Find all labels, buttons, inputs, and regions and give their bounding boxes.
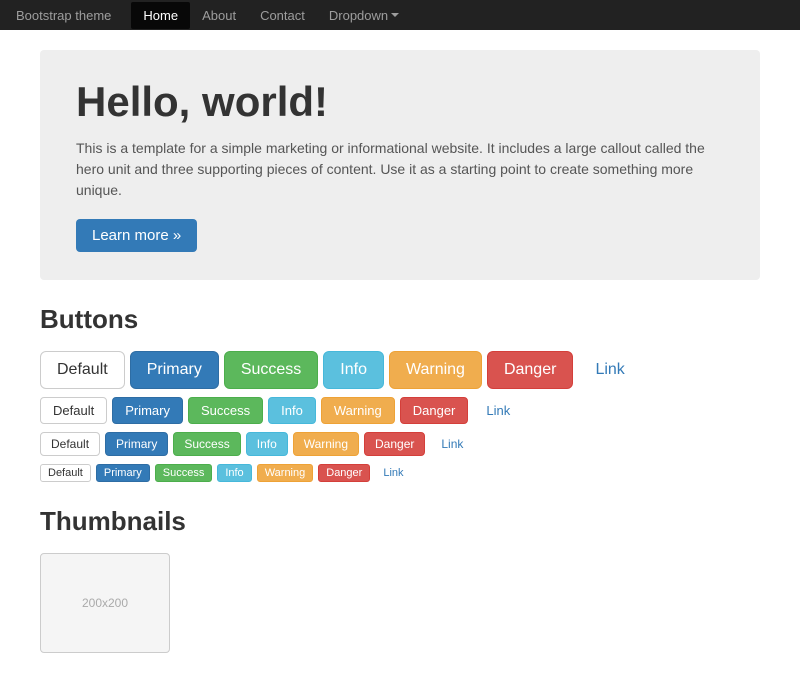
jumbotron: Hello, world! This is a template for a s…	[40, 50, 760, 280]
btn-success-md[interactable]: Success	[188, 397, 263, 424]
btn-danger-lg[interactable]: Danger	[487, 351, 573, 389]
button-row-sm: Default Primary Success Info Warning Dan…	[40, 432, 760, 456]
btn-warning-lg[interactable]: Warning	[389, 351, 482, 389]
btn-default-md[interactable]: Default	[40, 397, 107, 424]
btn-info-md[interactable]: Info	[268, 397, 316, 424]
btn-danger-xs[interactable]: Danger	[318, 464, 370, 482]
btn-default-xs[interactable]: Default	[40, 464, 91, 482]
btn-link-lg[interactable]: Link	[578, 351, 641, 389]
btn-link-md[interactable]: Link	[473, 397, 523, 424]
button-row-lg: Default Primary Success Info Warning Dan…	[40, 351, 760, 389]
btn-default-sm[interactable]: Default	[40, 432, 100, 456]
btn-primary-lg[interactable]: Primary	[130, 351, 219, 389]
nav-item-dropdown[interactable]: Dropdown	[317, 2, 411, 29]
hero-description: This is a template for a simple marketin…	[76, 138, 724, 201]
dropdown-caret-icon	[391, 13, 399, 17]
learn-more-button[interactable]: Learn more »	[76, 219, 197, 252]
btn-info-xs[interactable]: Info	[217, 464, 251, 482]
nav-link-contact[interactable]: Contact	[248, 2, 317, 29]
nav-link-home[interactable]: Home	[131, 2, 190, 29]
navbar-brand[interactable]: Bootstrap theme	[16, 8, 111, 23]
thumbnail-item[interactable]: 200x200	[40, 553, 170, 653]
btn-primary-md[interactable]: Primary	[112, 397, 183, 424]
thumbnail-label: 200x200	[82, 596, 128, 610]
buttons-section: Buttons Default Primary Success Info War…	[40, 304, 760, 482]
thumbnails-section-title: Thumbnails	[40, 506, 760, 537]
btn-info-lg[interactable]: Info	[323, 351, 384, 389]
btn-info-sm[interactable]: Info	[246, 432, 288, 456]
nav-link-about[interactable]: About	[190, 2, 248, 29]
btn-link-sm[interactable]: Link	[430, 432, 474, 456]
nav-item-home[interactable]: Home	[131, 2, 190, 29]
btn-warning-xs[interactable]: Warning	[257, 464, 314, 482]
btn-default-lg[interactable]: Default	[40, 351, 125, 389]
button-row-md: Default Primary Success Info Warning Dan…	[40, 397, 760, 424]
btn-primary-sm[interactable]: Primary	[105, 432, 168, 456]
nav-item-contact[interactable]: Contact	[248, 2, 317, 29]
btn-warning-sm[interactable]: Warning	[293, 432, 359, 456]
btn-danger-md[interactable]: Danger	[400, 397, 469, 424]
btn-link-xs[interactable]: Link	[375, 464, 411, 482]
btn-warning-md[interactable]: Warning	[321, 397, 395, 424]
navbar-nav: Home About Contact Dropdown	[131, 2, 411, 29]
btn-success-lg[interactable]: Success	[224, 351, 318, 389]
btn-danger-sm[interactable]: Danger	[364, 432, 425, 456]
btn-success-sm[interactable]: Success	[173, 432, 240, 456]
btn-success-xs[interactable]: Success	[155, 464, 213, 482]
nav-item-about[interactable]: About	[190, 2, 248, 29]
main-container: Hello, world! This is a template for a s…	[20, 30, 780, 697]
button-row-xs: Default Primary Success Info Warning Dan…	[40, 464, 760, 482]
hero-title: Hello, world!	[76, 78, 724, 126]
nav-link-dropdown[interactable]: Dropdown	[317, 2, 411, 29]
thumbnails-section: Thumbnails 200x200	[40, 506, 760, 653]
navbar: Bootstrap theme Home About Contact Dropd…	[0, 0, 800, 30]
btn-primary-xs[interactable]: Primary	[96, 464, 150, 482]
buttons-section-title: Buttons	[40, 304, 760, 335]
